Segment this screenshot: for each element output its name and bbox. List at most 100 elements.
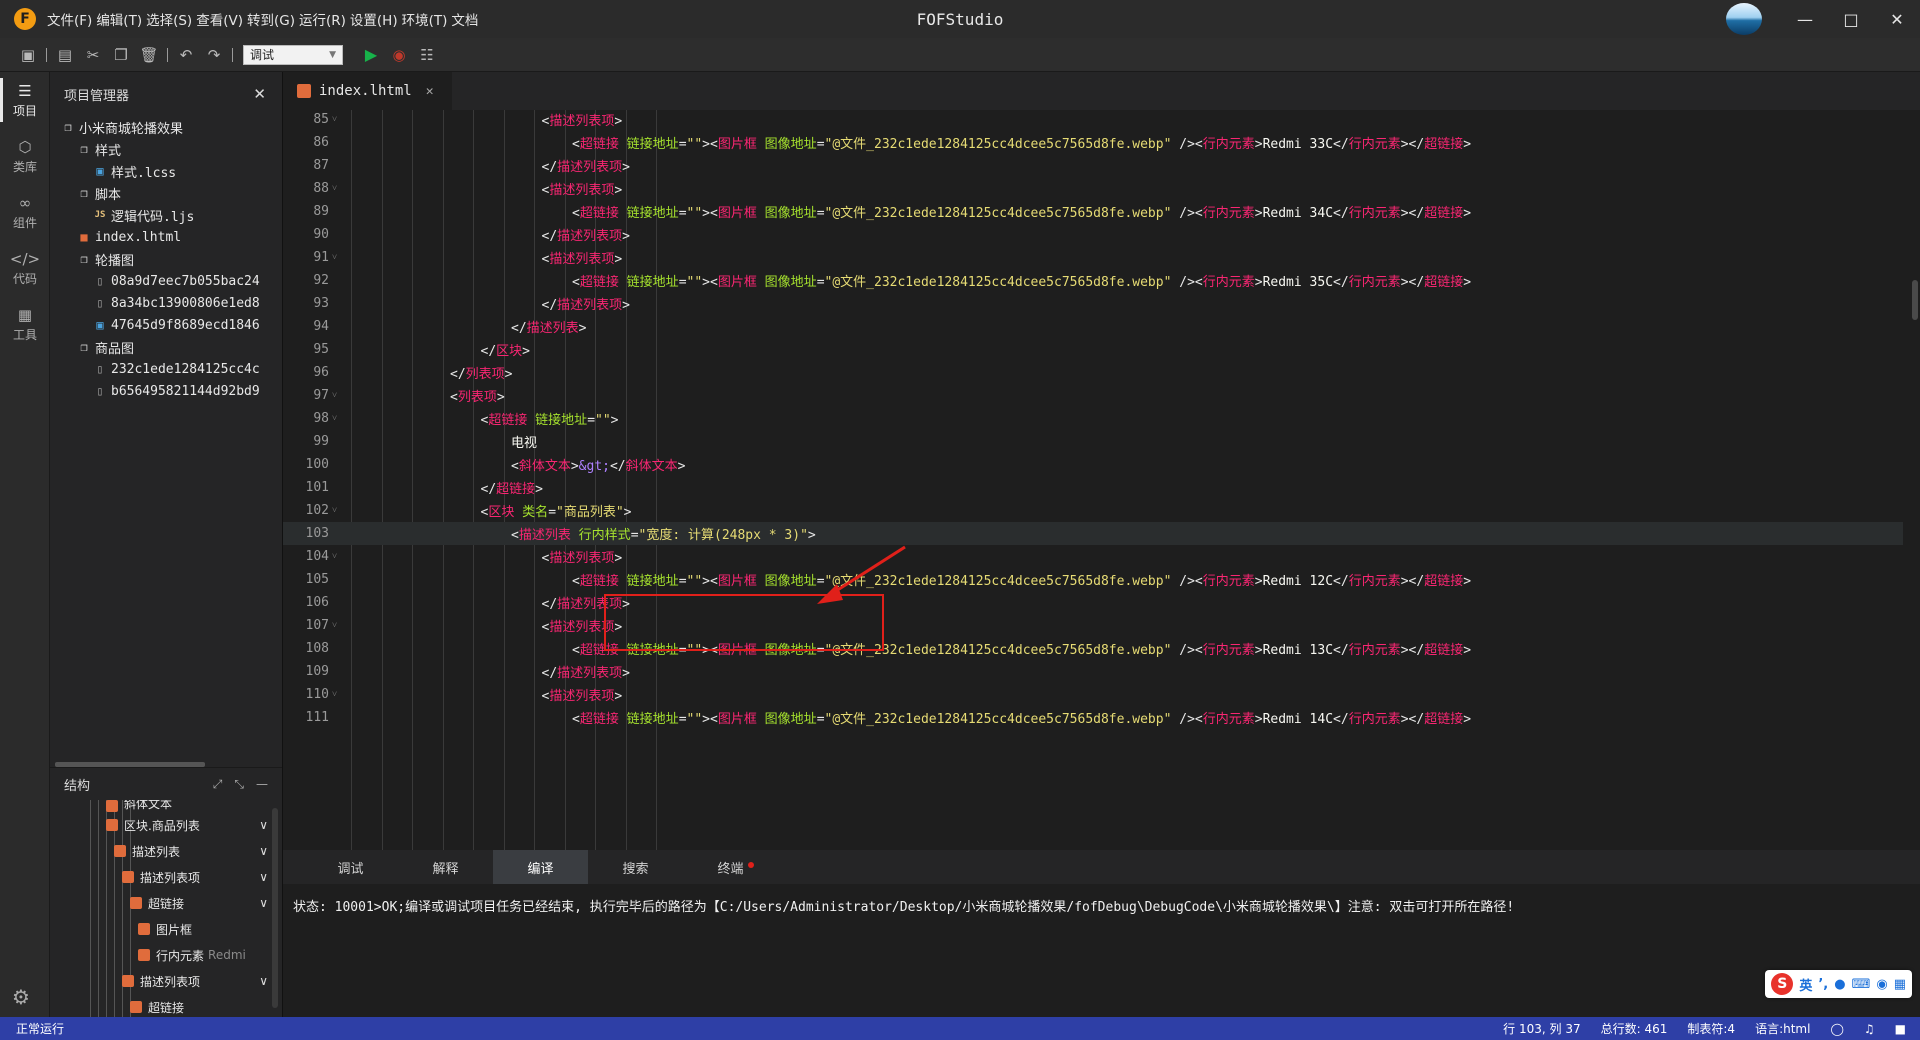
- run-icon[interactable]: ▶: [357, 42, 385, 68]
- tab-index-lhtml[interactable]: index.lhtml ✕: [283, 72, 452, 110]
- fold-chevron-icon[interactable]: ˅: [329, 114, 347, 125]
- tree-item[interactable]: ▣ 47645d9f8689ecd1846: [50, 314, 282, 336]
- code-line[interactable]: 106 </描述列表项>: [283, 591, 1903, 614]
- menu-item[interactable]: 设置(H): [349, 9, 399, 29]
- tree-item[interactable]: ▯ 8a34bc13900806e1ed8: [50, 292, 282, 314]
- run-mode-select[interactable]: 调试 ▼: [243, 44, 343, 65]
- menu-item[interactable]: 环境(T): [401, 9, 449, 29]
- tree-item[interactable]: ❐ 脚本: [50, 182, 282, 204]
- activity-layers[interactable]: ☰ 项目: [0, 72, 50, 128]
- structure-node[interactable]: 图片框: [50, 916, 282, 942]
- scrollbar-thumb[interactable]: [1912, 280, 1918, 320]
- code-line[interactable]: 88 ˅ <描述列表项>: [283, 177, 1903, 200]
- tree-item[interactable]: ▯ 232c1ede1284125cc4c: [50, 358, 282, 380]
- tree-item[interactable]: ❐ 小米商城轮播效果: [50, 116, 282, 138]
- chevron-down-icon[interactable]: ∨: [259, 844, 268, 858]
- code-line[interactable]: 103 <描述列表 行内样式="宽度: 计算(248px * 3)">: [283, 522, 1903, 545]
- ime-toolbar[interactable]: S 英 ’, ● ⌨ ◉ ▦: [1765, 970, 1912, 998]
- fold-chevron-icon[interactable]: ˅: [329, 183, 347, 194]
- vertical-scrollbar[interactable]: [272, 808, 278, 1008]
- structure-node[interactable]: 区块.商品列表 ∨: [50, 812, 282, 838]
- fold-chevron-icon[interactable]: ˅: [329, 413, 347, 424]
- ime-language[interactable]: 英: [1799, 975, 1812, 994]
- tree-item[interactable]: ▯ b656495821144d92bd9: [50, 380, 282, 402]
- undo-icon[interactable]: ↶: [172, 42, 200, 68]
- keyboard-icon[interactable]: ⌨: [1852, 977, 1871, 992]
- menu-item[interactable]: 查看(V): [195, 9, 244, 29]
- notification-icon[interactable]: ■: [1895, 1022, 1906, 1036]
- currency-icon[interactable]: ◯: [1830, 1022, 1843, 1036]
- tree-item[interactable]: ▯ 08a9d7eec7b055bac24: [50, 270, 282, 292]
- code-line[interactable]: 90 </描述列表项>: [283, 223, 1903, 246]
- menu-item[interactable]: 选择(S): [145, 9, 193, 29]
- code-line[interactable]: 96 </列表项>: [283, 361, 1903, 384]
- copy-icon[interactable]: ❐: [107, 42, 135, 68]
- menu-item[interactable]: 文件(F): [46, 9, 93, 29]
- gear-icon[interactable]: ⚙: [12, 985, 30, 1009]
- collapse-icon[interactable]: ⤡: [234, 777, 244, 792]
- minimize-panel-icon[interactable]: —: [256, 777, 268, 792]
- chevron-down-icon[interactable]: ∨: [259, 870, 268, 884]
- output-tab[interactable]: 编译: [493, 850, 588, 884]
- code-line[interactable]: 104 ˅ <描述列表项>: [283, 545, 1903, 568]
- cut-icon[interactable]: ✂: [79, 42, 107, 68]
- output-tab[interactable]: 搜索: [588, 850, 683, 884]
- code-line[interactable]: 87 </描述列表项>: [283, 154, 1903, 177]
- expand-icon[interactable]: ⤢: [213, 777, 223, 792]
- close-icon[interactable]: ✕: [1874, 0, 1920, 38]
- menu-item[interactable]: 运行(R): [298, 9, 347, 29]
- code-line[interactable]: 99 电视: [283, 430, 1903, 453]
- code-line[interactable]: 108 <超链接 链接地址=""><图片框 图像地址="@文件_232c1ede1…: [283, 637, 1903, 660]
- code-line[interactable]: 85 ˅ <描述列表项>: [283, 110, 1903, 131]
- code-line[interactable]: 110 ˅ <描述列表项>: [283, 683, 1903, 706]
- activity-tools[interactable]: ▦ 工具: [0, 296, 50, 352]
- structure-node[interactable]: 描述列表 ∨: [50, 838, 282, 864]
- minimize-icon[interactable]: —: [1782, 0, 1828, 38]
- chevron-down-icon[interactable]: ∨: [259, 974, 268, 988]
- structure-node[interactable]: 超链接 ∨: [50, 890, 282, 916]
- code-line[interactable]: 97 ˅ <列表项>: [283, 384, 1903, 407]
- menu-item[interactable]: 编辑(T): [95, 9, 143, 29]
- code-editor[interactable]: 85 ˅ <描述列表项> 86 <超链接 链接地址=""><图片框 图像地址="@文件_…: [283, 110, 1920, 850]
- tree-item[interactable]: ❐ 轮播图: [50, 248, 282, 270]
- structure-node[interactable]: 行内元素 Redmi: [50, 942, 282, 968]
- skin-icon[interactable]: ◉: [1876, 977, 1887, 992]
- fold-chevron-icon[interactable]: ˅: [329, 551, 347, 562]
- activity-code[interactable]: </> 代码: [0, 240, 50, 296]
- save-all-icon[interactable]: ▤: [51, 42, 79, 68]
- tab-size[interactable]: 制表符:4: [1687, 1020, 1735, 1037]
- code-line[interactable]: 86 <超链接 链接地址=""><图片框 图像地址="@文件_232c1ede12…: [283, 131, 1903, 154]
- delete-icon[interactable]: 🗑: [135, 42, 163, 68]
- microphone-icon[interactable]: ●: [1834, 977, 1845, 992]
- structure-node[interactable]: 斜体文本: [50, 800, 282, 812]
- fold-chevron-icon[interactable]: ˅: [329, 620, 347, 631]
- code-line[interactable]: 100 <斜体文本>&gt;</斜体文本>: [283, 453, 1903, 476]
- fold-chevron-icon[interactable]: ˅: [329, 252, 347, 263]
- stop-icon[interactable]: ◉: [385, 42, 413, 68]
- chevron-down-icon[interactable]: ∨: [259, 896, 268, 910]
- output-tab[interactable]: 调试: [303, 850, 398, 884]
- activity-link[interactable]: ∞ 组件: [0, 184, 50, 240]
- output-tab[interactable]: 解释: [398, 850, 493, 884]
- code-line[interactable]: 111 <超链接 链接地址=""><图片框 图像地址="@文件_232c1ede1…: [283, 706, 1903, 729]
- language-mode[interactable]: 语言:html: [1755, 1020, 1810, 1037]
- code-line[interactable]: 93 </描述列表项>: [283, 292, 1903, 315]
- structure-node[interactable]: 描述列表项 ∨: [50, 968, 282, 994]
- code-line[interactable]: 92 <超链接 链接地址=""><图片框 图像地址="@文件_232c1ede12…: [283, 269, 1903, 292]
- menu-item[interactable]: 转到(G): [246, 9, 296, 29]
- tree-item[interactable]: ❐ 商品图: [50, 336, 282, 358]
- save-icon[interactable]: ▣: [14, 42, 42, 68]
- chevron-down-icon[interactable]: ∨: [259, 818, 268, 832]
- code-line[interactable]: 94 </描述列表>: [283, 315, 1903, 338]
- close-tab-icon[interactable]: ✕: [426, 84, 434, 99]
- punctuation-icon[interactable]: ’,: [1818, 977, 1828, 992]
- cursor-position[interactable]: 行 103, 列 37: [1503, 1020, 1580, 1037]
- maximize-icon[interactable]: □: [1828, 0, 1874, 38]
- structure-node[interactable]: 描述列表项 ∨: [50, 864, 282, 890]
- fold-chevron-icon[interactable]: ˅: [329, 390, 347, 401]
- bell-icon[interactable]: ♫: [1864, 1022, 1875, 1036]
- code-line[interactable]: 89 <超链接 链接地址=""><图片框 图像地址="@文件_232c1ede12…: [283, 200, 1903, 223]
- code-line[interactable]: 101 </超链接>: [283, 476, 1903, 499]
- menu-item[interactable]: 文档: [450, 9, 479, 29]
- grid-icon[interactable]: ▦: [1894, 977, 1906, 992]
